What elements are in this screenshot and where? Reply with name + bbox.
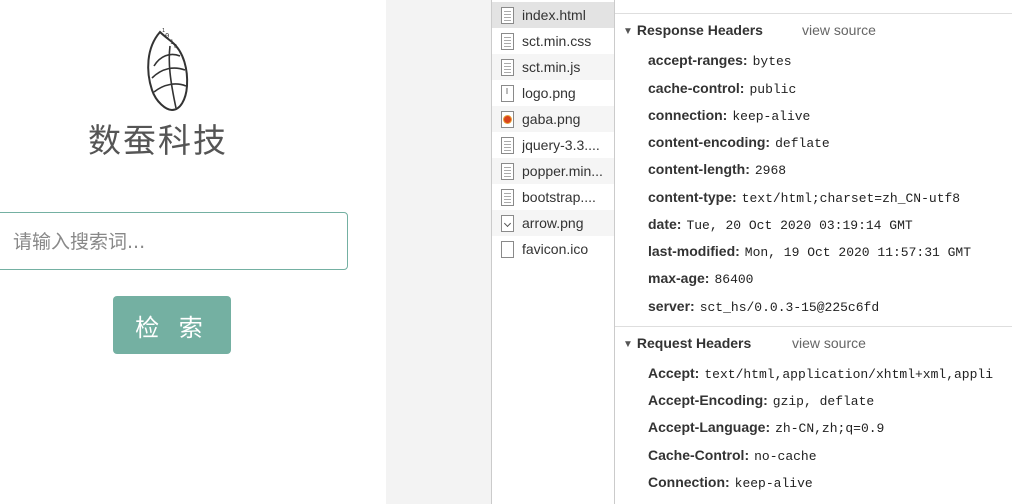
- request-name: popper.min...: [522, 163, 603, 179]
- header-value: deflate: [775, 136, 830, 151]
- search-button[interactable]: 检 索: [113, 296, 231, 354]
- header-value: sct_hs/0.0.3-15@225c6fd: [699, 300, 880, 315]
- response-header-row: date: Tue, 20 Oct 2020 03:19:14 GMT: [648, 216, 913, 236]
- header-name: content-type:: [648, 189, 737, 205]
- header-value: bytes: [752, 54, 792, 69]
- response-header-row: content-length: 2968: [648, 161, 786, 181]
- triangle-down-icon: ▼: [623, 26, 633, 37]
- svg-text:0: 0: [165, 32, 169, 40]
- header-name: Accept-Language:: [648, 419, 771, 435]
- document-icon: [501, 240, 514, 258]
- brand-name: 数蚕科技: [88, 121, 228, 160]
- request-headers-title: Request Headers: [636, 335, 752, 351]
- silkworm-cocoon-logo-icon: 0 1 0 1: [147, 28, 189, 112]
- header-name: content-length:: [648, 161, 750, 177]
- request-header-row: Accept-Encoding: gzip, deflate: [648, 392, 874, 412]
- request-row-favicon-ico[interactable]: favicon.ico: [492, 236, 614, 262]
- request-name: gaba.png: [522, 111, 581, 127]
- request-row-index-html[interactable]: index.html: [492, 2, 614, 28]
- request-header-row: Accept-Language: zh-CN,zh;q=0.9: [648, 419, 884, 439]
- request-name: favicon.ico: [522, 241, 589, 257]
- request-header-row: Connection: keep-alive: [648, 474, 813, 494]
- rendered-page: 0 1 0 1 数蚕科技 检 索: [0, 0, 386, 504]
- search-box[interactable]: [0, 212, 348, 271]
- response-header-row: max-age: 86400: [648, 270, 753, 290]
- image-icon: [501, 110, 514, 128]
- header-value: text/html;charset=zh_CN-utf8: [741, 191, 961, 206]
- header-name: cache-control:: [648, 80, 745, 96]
- header-name: Accept-Encoding:: [648, 392, 768, 408]
- header-name: Accept:: [648, 365, 700, 381]
- request-view-source-link[interactable]: view source: [792, 335, 866, 351]
- document-icon: [501, 162, 514, 180]
- document-icon: [501, 188, 514, 206]
- request-name: logo.png: [522, 85, 576, 101]
- request-row-arrow-png[interactable]: arrow.png: [492, 210, 614, 236]
- header-name: date:: [648, 216, 682, 232]
- document-icon: [501, 136, 514, 154]
- response-headers-toggle[interactable]: ▼ Response Headers: [623, 22, 763, 38]
- header-value: zh-CN,zh;q=0.9: [775, 421, 885, 436]
- header-name: last-modified:: [648, 243, 740, 259]
- request-row-logo-png[interactable]: logo.png: [492, 80, 614, 106]
- divider: [615, 13, 1012, 14]
- document-icon: [501, 58, 514, 76]
- request-row-popper[interactable]: popper.min...: [492, 158, 614, 184]
- response-header-row: cache-control: public: [648, 80, 796, 100]
- header-value: text/html,application/xhtml+xml,appli: [704, 367, 994, 382]
- response-headers-title: Response Headers: [636, 22, 763, 38]
- document-icon: [501, 32, 514, 50]
- request-row-gaba-png[interactable]: gaba.png: [492, 106, 614, 132]
- image-icon: [501, 84, 514, 102]
- request-headers-toggle[interactable]: ▼ Request Headers: [623, 335, 751, 351]
- triangle-down-icon: ▼: [623, 339, 633, 350]
- request-header-row: Cache-Control: no-cache: [648, 447, 817, 467]
- header-value: public: [749, 82, 797, 97]
- header-value: Mon, 19 Oct 2020 11:57:31 GMT: [744, 245, 972, 260]
- header-name: connection:: [648, 107, 728, 123]
- svg-text:0: 0: [174, 44, 177, 50]
- request-row-bootstrap[interactable]: bootstrap....: [492, 184, 614, 210]
- request-name: index.html: [522, 7, 586, 23]
- header-value: keep-alive: [734, 476, 813, 491]
- request-name: bootstrap....: [522, 189, 596, 205]
- header-value: 86400: [714, 272, 754, 287]
- panel-divider-area: [386, 0, 491, 504]
- request-row-sct-min-css[interactable]: sct.min.css: [492, 28, 614, 54]
- request-name: arrow.png: [522, 215, 584, 231]
- response-header-row: connection: keep-alive: [648, 107, 810, 127]
- header-name: accept-ranges:: [648, 52, 748, 68]
- request-name: jquery-3.3....: [522, 137, 600, 153]
- header-value: no-cache: [754, 449, 817, 464]
- header-value: keep-alive: [732, 109, 811, 124]
- document-icon: [501, 6, 514, 24]
- response-view-source-link[interactable]: view source: [802, 22, 876, 38]
- search-input[interactable]: [0, 213, 335, 271]
- response-header-row: content-encoding: deflate: [648, 134, 830, 154]
- request-row-sct-min-js[interactable]: sct.min.js: [492, 54, 614, 80]
- network-request-list: index.html sct.min.css sct.min.js logo.p…: [491, 0, 615, 504]
- header-name: content-encoding:: [648, 134, 771, 150]
- svg-text:1: 1: [162, 28, 165, 34]
- header-value: gzip, deflate: [772, 394, 875, 409]
- request-name: sct.min.js: [522, 59, 581, 75]
- response-header-row: accept-ranges: bytes: [648, 52, 792, 72]
- section-divider: [615, 326, 1012, 327]
- header-value: Tue, 20 Oct 2020 03:19:14 GMT: [686, 218, 913, 233]
- header-name: Cache-Control:: [648, 447, 750, 463]
- header-name: Connection:: [648, 474, 730, 490]
- header-value: 2968: [754, 163, 787, 178]
- response-header-row: last-modified: Mon, 19 Oct 2020 11:57:31 …: [648, 243, 971, 263]
- header-name: server:: [648, 298, 695, 314]
- header-name: max-age:: [648, 270, 710, 286]
- request-header-row: Accept: text/html,application/xhtml+xml,a…: [648, 365, 993, 385]
- image-icon: [501, 214, 514, 232]
- response-header-row: content-type: text/html;charset=zh_CN-utf…: [648, 189, 960, 209]
- headers-panel: ▼ Response Headers view source accept-ran…: [615, 0, 1012, 504]
- request-name: sct.min.css: [522, 33, 592, 49]
- request-row-jquery[interactable]: jquery-3.3....: [492, 132, 614, 158]
- response-header-row: server: sct_hs/0.0.3-15@225c6fd: [648, 298, 879, 318]
